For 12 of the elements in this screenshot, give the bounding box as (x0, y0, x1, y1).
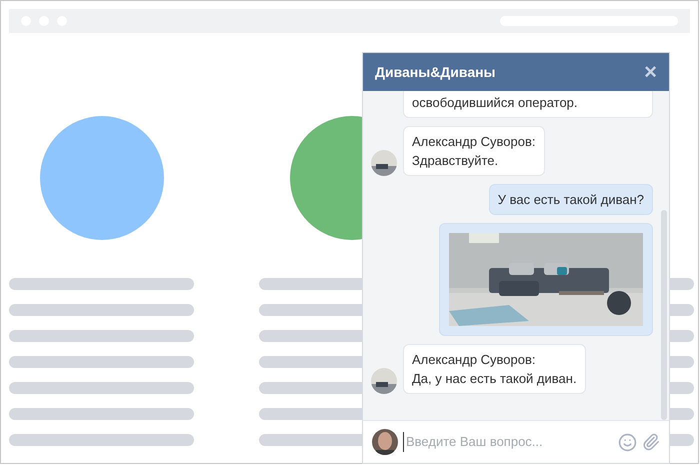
emoji-icon[interactable] (618, 432, 637, 452)
message-text: Александр Суворов: (412, 351, 537, 369)
chat-title: Диваны&Диваны (375, 62, 496, 82)
message-text: У вас есть такой диван? (498, 191, 644, 209)
scrollbar[interactable] (661, 210, 667, 420)
message-text: освободившийся оператор. (412, 94, 579, 112)
attachment-icon[interactable] (642, 433, 660, 451)
close-button[interactable]: × (644, 61, 657, 83)
message-text: Да, у нас есть такой диван. (412, 370, 577, 388)
message-input[interactable]: Введите Ваш вопрос... (403, 432, 613, 452)
message-text: Александр Суворов: (412, 133, 536, 151)
message-text: Здравствуйте. (412, 152, 500, 170)
